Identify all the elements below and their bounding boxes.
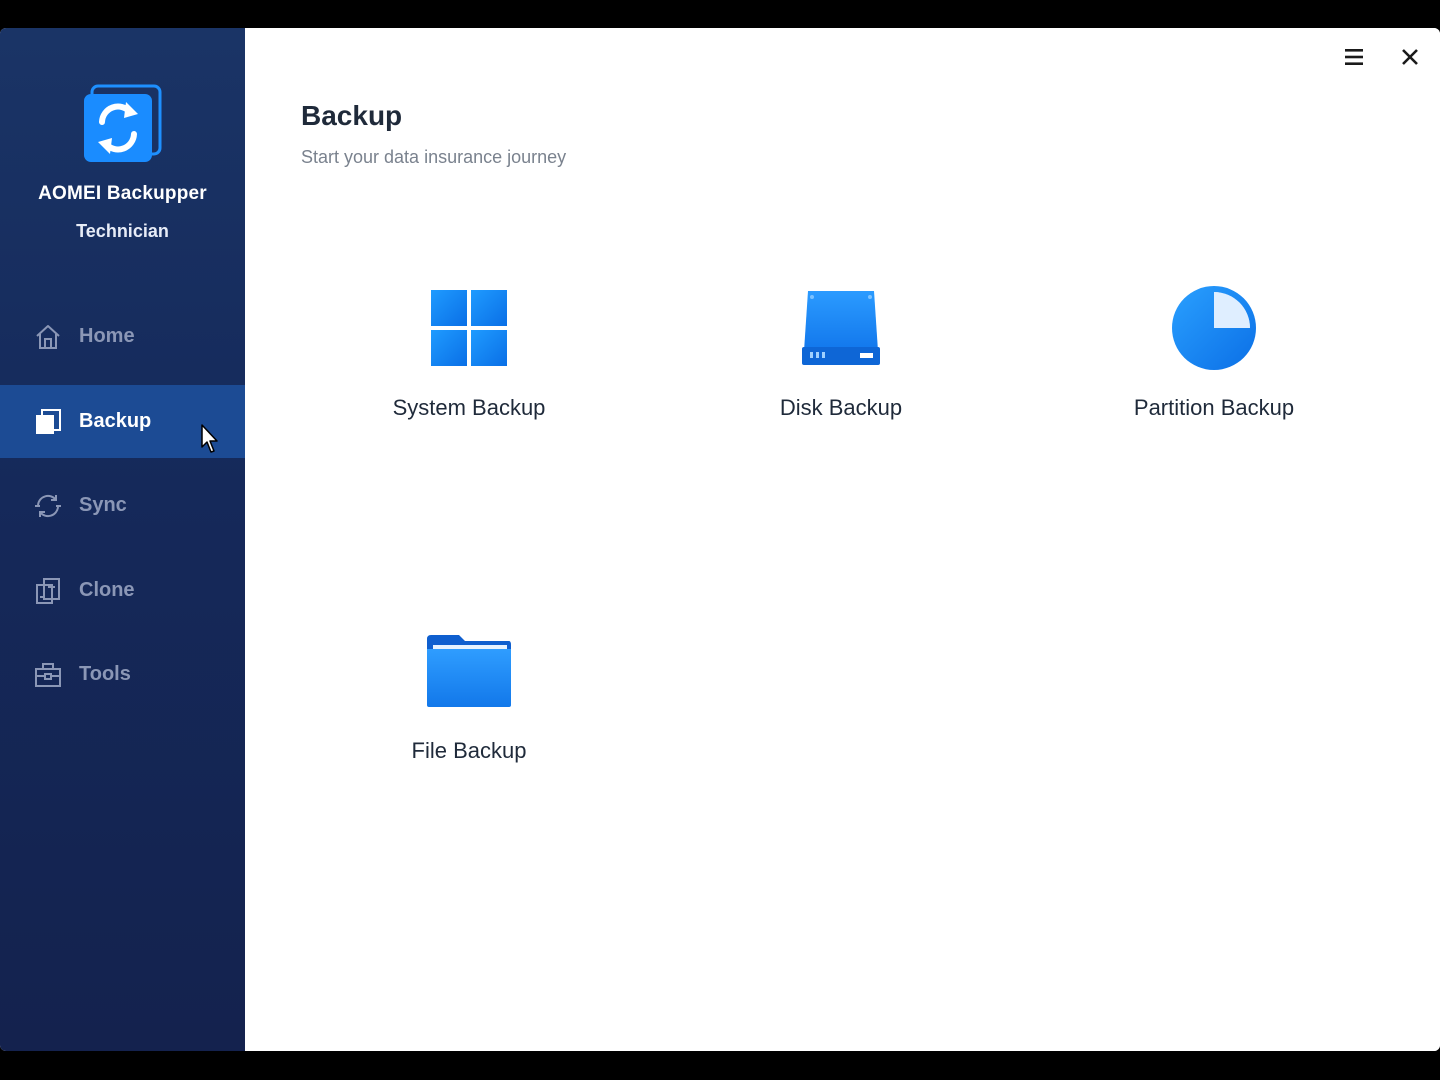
- tile-label: Partition Backup: [1133, 395, 1295, 420]
- sidebar-item-label: Clone: [79, 579, 135, 601]
- aomei-logo-icon: [84, 84, 162, 162]
- partition-backup-tile[interactable]: Partition Backup: [1064, 283, 1364, 473]
- tile-label: File Backup: [411, 738, 527, 763]
- hamburger-menu-icon: [1345, 49, 1363, 65]
- sidebar-item-label: Backup: [79, 410, 152, 432]
- main-panel: Backup Start your data insurance journey: [245, 28, 1440, 1051]
- disk-backup-tile[interactable]: Disk Backup: [691, 283, 991, 473]
- tools-icon: [33, 660, 63, 690]
- disk-icon: [691, 283, 991, 373]
- app-name: AOMEI Backupper: [38, 183, 207, 204]
- sidebar-item-sync[interactable]: Sync: [0, 469, 245, 542]
- clone-icon: [33, 576, 63, 606]
- sidebar-item-label: Tools: [79, 663, 131, 685]
- file-backup-tile[interactable]: File Backup: [319, 626, 619, 816]
- close-button[interactable]: [1395, 42, 1425, 72]
- home-icon: [33, 322, 63, 352]
- backup-icon: [33, 407, 63, 437]
- mouse-pointer-icon: [201, 424, 218, 453]
- sync-icon: [33, 491, 63, 521]
- page-subtitle: Start your data insurance journey: [301, 147, 567, 167]
- tile-label: Disk Backup: [779, 395, 903, 420]
- app-edition: Technician: [76, 221, 169, 241]
- sidebar-item-home[interactable]: Home: [0, 300, 245, 373]
- page-title: Backup: [301, 100, 403, 131]
- sidebar: AOMEI Backupper Technician Home Backup S…: [0, 28, 245, 1051]
- sidebar-item-label: Sync: [79, 494, 127, 516]
- menu-button[interactable]: [1339, 42, 1369, 72]
- sidebar-item-label: Home: [79, 325, 135, 347]
- partition-pie-icon: [1064, 283, 1364, 373]
- tile-label: System Backup: [392, 395, 546, 420]
- system-backup-tile[interactable]: System Backup: [319, 283, 619, 473]
- sidebar-item-clone[interactable]: Clone: [0, 554, 245, 627]
- close-icon: [1402, 49, 1418, 65]
- sidebar-item-tools[interactable]: Tools: [0, 638, 245, 711]
- folder-icon: [319, 626, 619, 716]
- windows-icon: [319, 283, 619, 373]
- app-window: AOMEI Backupper Technician Home Backup S…: [0, 28, 1440, 1051]
